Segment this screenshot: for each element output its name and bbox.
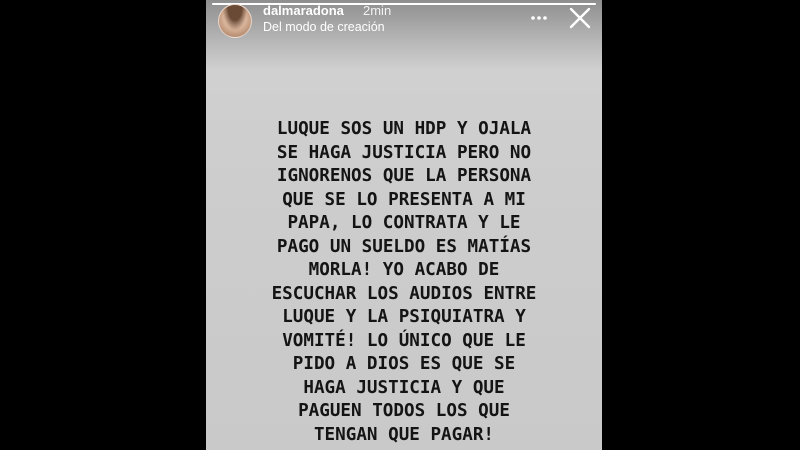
more-options-button[interactable]: [528, 8, 550, 28]
story-text: LUQUE SOS UN HDP Y OJALA SE HAGA JUSTICI…: [271, 119, 537, 445]
viewer-frame: dalmaradona 2min Del modo de creación LU…: [0, 0, 800, 450]
story-card[interactable]: dalmaradona 2min Del modo de creación LU…: [206, 0, 602, 450]
more-horizontal-icon: [531, 16, 547, 20]
post-time: 2min: [363, 3, 392, 18]
creation-mode-label: Del modo de creación: [263, 20, 385, 34]
close-button[interactable]: [568, 6, 592, 30]
username[interactable]: dalmaradona: [263, 3, 344, 18]
avatar[interactable]: [218, 4, 252, 38]
avatar-photo: [219, 5, 251, 37]
close-icon: [569, 7, 591, 29]
